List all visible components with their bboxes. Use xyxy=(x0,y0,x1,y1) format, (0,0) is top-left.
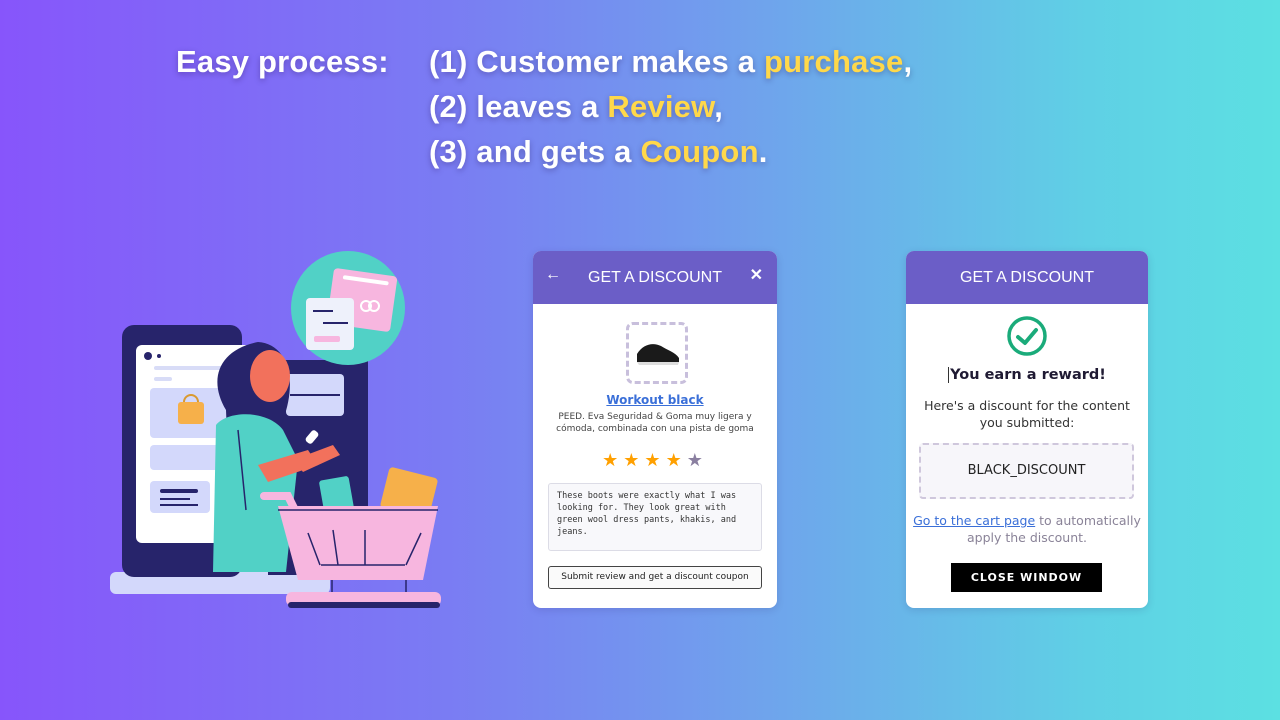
step-highlight: Coupon xyxy=(640,134,759,169)
shopping-cart xyxy=(278,506,438,580)
step-highlight: purchase xyxy=(764,44,904,79)
step-suffix: . xyxy=(758,134,768,169)
star-icon[interactable]: ★ xyxy=(623,450,644,471)
phone-dot-icon xyxy=(157,354,161,358)
check-circle-icon xyxy=(1007,316,1047,356)
star-icon[interactable]: ★ xyxy=(687,450,708,471)
shopping-bag-icon xyxy=(178,402,204,424)
text-caret xyxy=(948,367,950,383)
star-rating[interactable]: ★★★★★ xyxy=(533,450,777,471)
reward-widget-title: GET A DISCOUNT xyxy=(960,268,1094,286)
headline-step-3: (3) and gets a Coupon. xyxy=(429,134,768,170)
arrow-left-icon[interactable]: ← xyxy=(545,266,561,284)
reward-subtext: Here's a discount for the content you su… xyxy=(924,398,1130,430)
review-widget-title: GET A DISCOUNT xyxy=(588,268,722,286)
reward-heading-text: You earn a reward! xyxy=(950,367,1106,383)
product-image xyxy=(626,322,688,384)
close-icon[interactable]: ✕ xyxy=(750,265,763,285)
star-icon[interactable]: ★ xyxy=(666,450,687,471)
close-window-button[interactable]: CLOSE WINDOW xyxy=(951,563,1102,592)
step-suffix: , xyxy=(903,44,913,79)
product-name-link[interactable]: Workout black xyxy=(533,393,777,407)
headline-step-1: (1) Customer makes a purchase, xyxy=(429,44,912,80)
cart-page-link[interactable]: Go to the cart page xyxy=(913,513,1035,528)
submit-review-button[interactable]: Submit review and get a discount coupon xyxy=(548,566,762,589)
headline-step-2: (2) leaves a Review, xyxy=(429,89,723,125)
woman-face xyxy=(250,350,290,402)
cart-instructions: Go to the cart page to automatically app… xyxy=(912,512,1142,546)
review-widget: ← GET A DISCOUNT ✕ Workout black PEED. E… xyxy=(533,251,777,608)
step-highlight: Review xyxy=(607,89,715,124)
coupon-code[interactable]: BLACK_DISCOUNT xyxy=(919,443,1134,499)
review-widget-header: ← GET A DISCOUNT ✕ xyxy=(533,251,777,304)
reward-widget-header: GET A DISCOUNT xyxy=(906,251,1148,304)
reward-widget: GET A DISCOUNT You earn a reward! Here's… xyxy=(906,251,1148,608)
star-icon[interactable]: ★ xyxy=(644,450,665,471)
star-icon[interactable]: ★ xyxy=(602,450,623,471)
shopping-illustration xyxy=(110,251,441,608)
step-text: (3) and gets a xyxy=(429,134,641,169)
reward-heading: You earn a reward! xyxy=(906,367,1148,383)
step-suffix: , xyxy=(714,89,724,124)
review-textarea[interactable]: These boots were exactly what I was look… xyxy=(548,483,762,551)
step-text: (2) leaves a xyxy=(429,89,608,124)
shoe-icon xyxy=(637,344,679,365)
headline-label: Easy process: xyxy=(176,44,389,79)
product-description: PEED. Eva Seguridad & Goma muy ligera y … xyxy=(556,412,754,434)
step-text: (1) Customer makes a xyxy=(429,44,764,79)
phone-camera-icon xyxy=(144,352,152,360)
